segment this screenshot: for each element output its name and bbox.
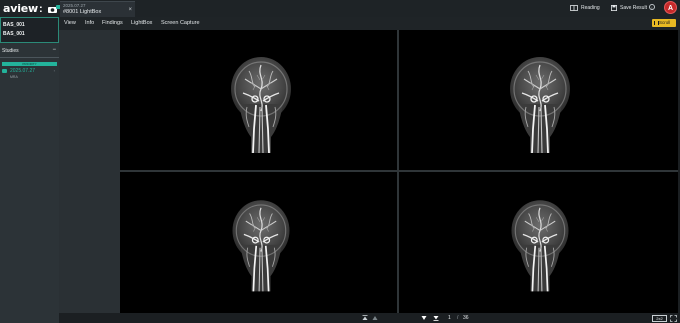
user-avatar[interactable]: A <box>664 1 677 14</box>
viewer-gutter <box>59 30 120 313</box>
save-result-button[interactable]: Save Result <box>611 3 647 13</box>
patient-id: BAS_001 <box>3 22 25 28</box>
viewport-4[interactable] <box>502 190 578 294</box>
study-date: 2025.07.27 <box>10 68 36 74</box>
tab-close-icon[interactable]: × <box>128 7 132 13</box>
menu-bar: View Info Findings LightBox Screen Captu… <box>59 17 680 30</box>
reading-label: Reading <box>581 5 600 11</box>
priority-bar: PRIORITY <box>2 62 57 66</box>
divider <box>0 57 59 58</box>
bottom-bar: 1 / 36 <box>59 313 680 323</box>
save-icon <box>611 5 617 11</box>
menu-lightbox[interactable]: LightBox <box>131 20 152 26</box>
lightbox-tab[interactable]: 2025.07.27 #8001 LightBox × <box>60 1 135 17</box>
book-icon <box>570 5 578 11</box>
viewport-2[interactable] <box>500 49 580 153</box>
tab-date: 2025.07.27 <box>63 3 86 8</box>
menu-screen-capture[interactable]: Screen Capture <box>161 20 200 26</box>
menu-info[interactable]: Info <box>85 20 94 26</box>
logo-badge-icon <box>47 4 61 13</box>
study-modality: MRA <box>10 75 18 79</box>
chevron-right-icon[interactable]: › <box>54 68 55 73</box>
patient-name: BAS_001 <box>3 31 25 37</box>
first-page-icon[interactable] <box>361 314 369 322</box>
logo-colon: : <box>39 2 43 15</box>
viewport-divider-horizontal[interactable] <box>120 170 678 172</box>
study-item[interactable]: 2025.07.27 MRA › <box>2 68 57 81</box>
mra-image <box>509 56 571 153</box>
logo-text: aview <box>3 2 38 15</box>
mra-image <box>230 56 292 153</box>
tab-title: #8001 LightBox <box>63 9 102 15</box>
reading-button[interactable]: Reading <box>570 3 600 13</box>
app-logo: aview: <box>3 2 61 15</box>
viewport-3[interactable] <box>223 190 299 294</box>
prev-page-icon[interactable] <box>371 314 379 322</box>
scroll-button[interactable]: Scroll <box>652 19 676 27</box>
folder-icon <box>2 69 7 73</box>
fullscreen-icon[interactable] <box>670 315 677 322</box>
info-icon[interactable]: i <box>649 4 655 10</box>
page-separator: / <box>457 315 459 321</box>
menu-view[interactable]: View <box>64 20 76 26</box>
save-result-label: Save Result <box>620 5 647 11</box>
collapse-icon[interactable]: − <box>52 47 56 53</box>
studies-header: Studies − <box>0 47 59 56</box>
studies-label: Studies <box>2 48 19 54</box>
next-page-icon[interactable] <box>420 314 428 322</box>
patient-card[interactable]: BAS_001 BAS_001 <box>0 17 59 43</box>
page-current: 1 <box>448 315 451 321</box>
mra-image <box>510 199 570 293</box>
viewport-1[interactable] <box>221 49 301 153</box>
page-total: 36 <box>463 315 469 321</box>
mra-image <box>231 199 291 293</box>
top-bar: aview: 2025.07.27 #8001 LightBox × Readi… <box>0 0 680 17</box>
last-page-icon[interactable] <box>432 314 440 322</box>
layout-button[interactable]: 2x2 <box>652 315 667 322</box>
left-sidebar: BAS_001 BAS_001 Studies − PRIORITY 2025.… <box>0 17 59 323</box>
menu-findings[interactable]: Findings <box>102 20 123 26</box>
